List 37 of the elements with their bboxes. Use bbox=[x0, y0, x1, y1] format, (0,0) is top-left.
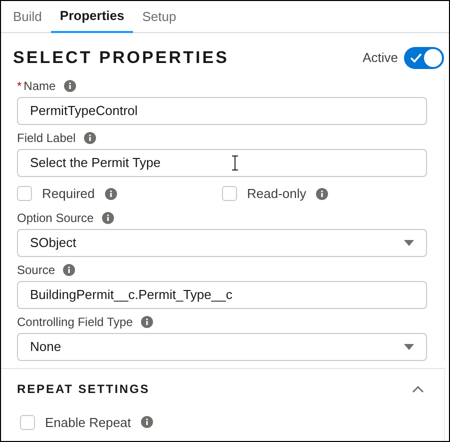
section-title: REPEAT SETTINGS bbox=[17, 380, 150, 398]
checkbox[interactable] bbox=[222, 186, 237, 202]
field-label: Option Source bbox=[17, 210, 94, 224]
dropdown-caret-icon bbox=[404, 240, 414, 246]
toggle-label: Active bbox=[362, 49, 398, 68]
input-field[interactable]: BuildingPermit__c.Permit_Type__c bbox=[17, 280, 427, 308]
info-icon[interactable] bbox=[64, 80, 76, 92]
dropdown-caret-icon bbox=[404, 344, 414, 350]
checkbox[interactable] bbox=[20, 414, 35, 430]
required-marker: * bbox=[17, 79, 22, 93]
checkbox-label: Required bbox=[42, 185, 95, 203]
field-label: Name bbox=[24, 79, 56, 93]
check-icon bbox=[410, 53, 422, 63]
text-cursor-icon bbox=[231, 155, 239, 171]
collapse-chevron-icon[interactable] bbox=[412, 384, 424, 392]
checkbox[interactable] bbox=[17, 186, 32, 202]
checkbox-label: Read-only bbox=[247, 185, 306, 203]
field-label: Source bbox=[17, 262, 56, 276]
info-icon[interactable] bbox=[63, 264, 76, 276]
info-icon[interactable] bbox=[316, 188, 328, 200]
input-field[interactable]: Select the Permit Type bbox=[17, 149, 427, 177]
tab[interactable]: Build bbox=[4, 1, 51, 33]
info-icon[interactable] bbox=[84, 132, 96, 144]
info-icon[interactable] bbox=[140, 316, 153, 328]
checkbox-label: Enable Repeat bbox=[45, 414, 132, 432]
select-field[interactable]: None bbox=[17, 332, 427, 360]
info-icon[interactable] bbox=[102, 212, 114, 224]
tab[interactable]: Setup bbox=[133, 1, 186, 33]
info-icon[interactable] bbox=[104, 188, 117, 200]
field-label: Field Label bbox=[17, 131, 76, 145]
input-field[interactable]: PermitTypeControl bbox=[17, 97, 427, 125]
toggle-switch[interactable] bbox=[404, 47, 444, 69]
section-title: SELECT PROPERTIES bbox=[13, 47, 230, 70]
select-field[interactable]: SObject bbox=[17, 228, 427, 256]
field-label: Controlling Field Type bbox=[17, 314, 133, 328]
tab[interactable]: Properties bbox=[50, 1, 134, 33]
info-icon[interactable] bbox=[141, 416, 154, 428]
